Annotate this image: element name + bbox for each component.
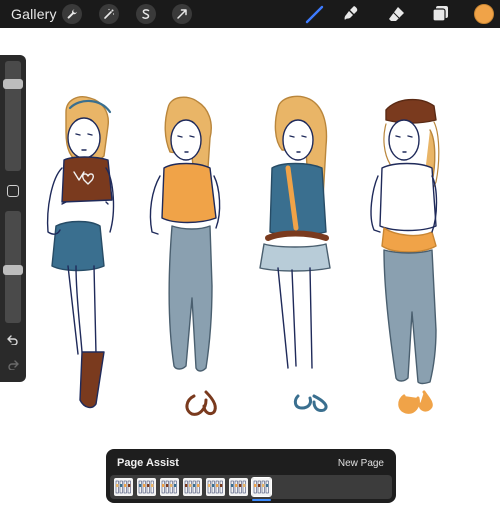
color-picker-button[interactable] — [474, 4, 494, 24]
character-lineup-sketch — [46, 95, 440, 416]
brush-size-slider[interactable] — [5, 61, 21, 171]
layers-icon[interactable] — [430, 4, 452, 24]
page-assist-title: Page Assist — [117, 457, 179, 469]
wrench-icon[interactable] — [62, 4, 82, 24]
page-thumbnail[interactable] — [251, 477, 272, 497]
page-thumbnail[interactable] — [206, 478, 225, 496]
page-thumbnail[interactable] — [114, 478, 133, 496]
figure-4 — [370, 99, 440, 414]
page-assist-panel: Page Assist New Page — [106, 449, 396, 503]
eraser-icon[interactable] — [386, 4, 408, 24]
modify-button[interactable] — [7, 185, 19, 197]
top-toolbar: Gallery — [0, 0, 500, 28]
figure-2 — [149, 96, 221, 416]
opacity-slider-thumb[interactable] — [3, 265, 23, 275]
page-thumbnail[interactable] — [137, 478, 156, 496]
figure-3 — [259, 95, 331, 412]
page-thumbnail[interactable] — [229, 478, 248, 496]
left-sidebar — [0, 55, 26, 382]
page-thumbnail-strip — [110, 475, 392, 499]
figure-1 — [46, 96, 115, 409]
new-page-button[interactable]: New Page — [338, 458, 384, 469]
gallery-button[interactable]: Gallery — [11, 6, 57, 22]
page-thumbnail[interactable] — [160, 478, 179, 496]
redo-icon[interactable] — [5, 358, 21, 372]
magic-wand-icon[interactable] — [99, 4, 119, 24]
smudge-icon[interactable] — [341, 4, 363, 24]
transform-arrow-icon[interactable] — [172, 4, 192, 24]
brush-size-slider-thumb[interactable] — [3, 79, 23, 89]
selection-icon[interactable] — [136, 4, 156, 24]
drawing-canvas[interactable] — [26, 28, 500, 448]
active-page-indicator — [252, 499, 271, 501]
page-thumbnail[interactable] — [183, 478, 202, 496]
brush-icon[interactable] — [304, 4, 326, 24]
undo-icon[interactable] — [5, 333, 21, 347]
